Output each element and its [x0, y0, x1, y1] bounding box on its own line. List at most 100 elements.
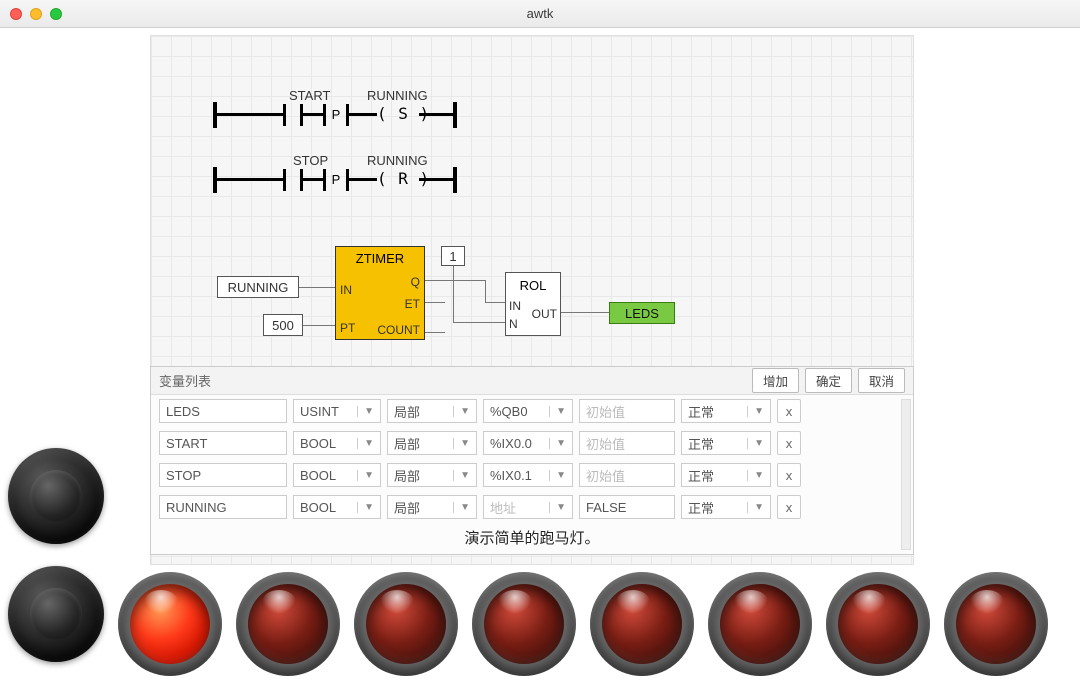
rung2-contact[interactable]	[283, 169, 303, 191]
led-6[interactable]	[826, 572, 930, 676]
rung2-pulse-contact[interactable]: P	[323, 169, 349, 191]
var-init-field[interactable]: 初始值	[579, 463, 675, 487]
add-button[interactable]: 增加	[752, 368, 799, 393]
variable-panel-title: 变量列表	[159, 371, 211, 390]
var-scope-select[interactable]: 局部▼	[387, 463, 477, 487]
window-title: awtk	[0, 6, 1080, 21]
rol-n-port: N	[509, 317, 518, 331]
rung2-wire	[213, 178, 283, 181]
rung2-wire4	[419, 178, 453, 181]
var-name-field[interactable]: RUNNING	[159, 495, 287, 519]
running-value-box[interactable]: RUNNING	[217, 276, 299, 298]
var-type-select[interactable]: USINT▼	[293, 399, 381, 423]
chevron-down-icon: ▼	[549, 470, 566, 481]
delete-row-button[interactable]: x	[777, 463, 801, 487]
ok-button[interactable]: 确定	[805, 368, 852, 393]
wire-running-in	[299, 287, 335, 288]
wire-q	[425, 280, 485, 281]
led-4[interactable]	[590, 572, 694, 676]
variable-panel-header: 变量列表 增加 确定 取消	[151, 367, 913, 395]
var-status-select[interactable]: 正常▼	[681, 463, 771, 487]
var-init-field[interactable]: 初始值	[579, 399, 675, 423]
var-type-select[interactable]: BOOL▼	[293, 495, 381, 519]
variable-row: STOPBOOL▼局部▼%IX0.1▼初始值正常▼x	[151, 459, 913, 491]
const-1-box[interactable]: 1	[441, 246, 465, 266]
var-scope-select[interactable]: 局部▼	[387, 399, 477, 423]
chevron-down-icon: ▼	[453, 438, 470, 449]
variable-scrollbar[interactable]	[901, 399, 911, 550]
var-address-select[interactable]: %QB0▼	[483, 399, 573, 423]
var-type-select[interactable]: BOOL▼	[293, 431, 381, 455]
rung2-coil-label: RUNNING	[367, 153, 428, 168]
rol-block[interactable]: ROL IN N OUT	[505, 272, 561, 336]
chevron-down-icon: ▼	[747, 470, 764, 481]
joystick-bottom[interactable]	[8, 566, 104, 662]
rung2-right-rail	[453, 167, 457, 193]
leds-output-box[interactable]: LEDS	[609, 302, 675, 324]
chevron-down-icon: ▼	[357, 502, 374, 513]
rol-out-port: OUT	[532, 307, 557, 321]
rung1-coil-label: RUNNING	[367, 88, 428, 103]
wire-q-v	[485, 280, 486, 302]
maximize-icon[interactable]	[50, 8, 62, 20]
led-0[interactable]	[118, 572, 222, 676]
delete-row-button[interactable]: x	[777, 431, 801, 455]
window-traffic-lights	[10, 8, 62, 20]
led-7[interactable]	[944, 572, 1048, 676]
rung2-contact-label: STOP	[293, 153, 328, 168]
variable-row: RUNNINGBOOL▼局部▼地址▼FALSE正常▼x	[151, 491, 913, 523]
var-address-select[interactable]: 地址▼	[483, 495, 573, 519]
delete-row-button[interactable]: x	[777, 399, 801, 423]
var-status-select[interactable]: 正常▼	[681, 431, 771, 455]
rol-in-port: IN	[509, 299, 521, 313]
wire-1-v	[453, 266, 454, 322]
close-icon[interactable]	[10, 8, 22, 20]
var-scope-select[interactable]: 局部▼	[387, 495, 477, 519]
variable-rows: LEDSUSINT▼局部▼%QB0▼初始值正常▼xSTARTBOOL▼局部▼%I…	[151, 395, 913, 523]
chevron-down-icon: ▼	[453, 406, 470, 417]
led-2[interactable]	[354, 572, 458, 676]
ztimer-title: ZTIMER	[336, 247, 424, 268]
var-address-select[interactable]: %IX0.1▼	[483, 463, 573, 487]
chevron-down-icon: ▼	[747, 438, 764, 449]
var-name-field[interactable]: START	[159, 431, 287, 455]
var-address-select[interactable]: %IX0.0▼	[483, 431, 573, 455]
rung1-right-rail	[453, 102, 457, 128]
joystick-top[interactable]	[8, 448, 104, 544]
ztimer-block[interactable]: ZTIMER IN PT Q ET COUNT	[335, 246, 425, 340]
var-status-select[interactable]: 正常▼	[681, 495, 771, 519]
led-3[interactable]	[472, 572, 576, 676]
chevron-down-icon: ▼	[357, 438, 374, 449]
var-status-select[interactable]: 正常▼	[681, 399, 771, 423]
demo-caption: 演示简单的跑马灯。	[151, 523, 913, 554]
chevron-down-icon: ▼	[357, 470, 374, 481]
led-1[interactable]	[236, 572, 340, 676]
cancel-button[interactable]: 取消	[858, 368, 905, 393]
rung2-wire2	[303, 178, 323, 181]
var-name-field[interactable]: STOP	[159, 463, 287, 487]
var-init-field[interactable]: 初始值	[579, 431, 675, 455]
minimize-icon[interactable]	[30, 8, 42, 20]
wire-count	[425, 332, 445, 333]
variable-row: LEDSUSINT▼局部▼%QB0▼初始值正常▼x	[151, 395, 913, 427]
const-500-box[interactable]: 500	[263, 314, 303, 336]
rung1-wire3	[349, 113, 377, 116]
wire-1-n	[453, 322, 505, 323]
ztimer-q-port: Q	[411, 275, 420, 289]
rung1-pulse-contact[interactable]: P	[323, 104, 349, 126]
variable-panel: 变量列表 增加 确定 取消 LEDSUSINT▼局部▼%QB0▼初始值正常▼xS…	[150, 366, 914, 555]
window-titlebar: awtk	[0, 0, 1080, 28]
var-name-field[interactable]: LEDS	[159, 399, 287, 423]
ztimer-in-port: IN	[340, 283, 352, 297]
chevron-down-icon: ▼	[549, 438, 566, 449]
var-type-select[interactable]: BOOL▼	[293, 463, 381, 487]
delete-row-button[interactable]: x	[777, 495, 801, 519]
rung1-wire2	[303, 113, 323, 116]
variable-row: STARTBOOL▼局部▼%IX0.0▼初始值正常▼x	[151, 427, 913, 459]
ztimer-et-port: ET	[405, 297, 420, 311]
var-init-field[interactable]: FALSE	[579, 495, 675, 519]
rung1-contact[interactable]	[283, 104, 303, 126]
chevron-down-icon: ▼	[549, 406, 566, 417]
led-5[interactable]	[708, 572, 812, 676]
var-scope-select[interactable]: 局部▼	[387, 431, 477, 455]
